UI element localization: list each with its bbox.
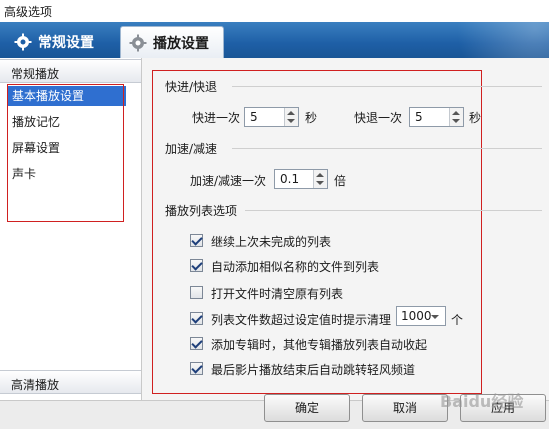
- sidebar-group-regular-playback[interactable]: 常规播放: [0, 59, 141, 83]
- tabbar-decoration: [409, 22, 549, 58]
- seek-forward-label: 快进一次: [192, 111, 241, 125]
- tab-bar: 常规设置 播放设置: [0, 22, 549, 58]
- gear-icon: [129, 34, 147, 52]
- tab-general-label: 常规设置: [38, 35, 94, 51]
- list-limit-unit: 个: [451, 313, 464, 327]
- seek-forward-stepper[interactable]: 5: [244, 107, 299, 127]
- stepper-down-icon[interactable]: [452, 119, 460, 123]
- section-divider: [232, 148, 542, 149]
- checkbox-auto-add-similar[interactable]: [190, 259, 203, 272]
- checkbox-jump-to-channel[interactable]: [190, 362, 203, 375]
- checkbox-clear-list-on-open[interactable]: [190, 286, 203, 299]
- seek-backward-value: 5: [415, 110, 423, 124]
- checkbox-collapse-other-albums[interactable]: [190, 337, 203, 350]
- sidebar-group-label: 常规播放: [11, 67, 60, 81]
- speed-step-stepper[interactable]: 0.1: [274, 169, 328, 189]
- chevron-down-icon[interactable]: [431, 315, 439, 319]
- seek-forward-unit: 秒: [305, 111, 318, 125]
- stepper-buttons[interactable]: [449, 108, 463, 126]
- gear-icon: [14, 33, 32, 51]
- cancel-button[interactable]: 取消: [362, 394, 448, 422]
- section-divider: [245, 210, 542, 211]
- section-title-speed: 加速/减速: [165, 142, 218, 156]
- option-label: 列表文件数超过设定值时提示清理: [211, 313, 392, 327]
- seek-backward-label: 快退一次: [354, 111, 403, 125]
- sidebar-highlight-box: [7, 84, 124, 222]
- checkbox-prompt-cleanup[interactable]: [190, 312, 203, 325]
- option-label: 最后影片播放结束后自动跳转轻风频道: [211, 363, 416, 377]
- option-label: 继续上次未完成的列表: [211, 235, 332, 249]
- option-label: 添加专辑时，其他专辑播放列表自动收起: [211, 338, 428, 352]
- stepper-down-icon[interactable]: [316, 181, 324, 185]
- stepper-buttons[interactable]: [313, 170, 327, 188]
- window-titlebar: 高级选项: [0, 0, 549, 22]
- section-title-playlist: 播放列表选项: [165, 204, 238, 218]
- watermark-text: Baidu经验: [440, 392, 524, 411]
- seek-backward-unit: 秒: [469, 111, 482, 125]
- stepper-up-icon[interactable]: [452, 111, 460, 115]
- checkbox-continue-last-list[interactable]: [190, 234, 203, 247]
- section-title-seek: 快进/快退: [165, 80, 218, 94]
- option-label: 打开文件时清空原有列表: [211, 287, 344, 301]
- stepper-up-icon[interactable]: [316, 173, 324, 177]
- sidebar-group-label: 高清播放: [11, 378, 60, 392]
- seek-backward-stepper[interactable]: 5: [409, 107, 464, 127]
- option-label: 自动添加相似名称的文件到列表: [211, 260, 380, 274]
- ok-button[interactable]: 确定: [264, 394, 350, 422]
- stepper-down-icon[interactable]: [287, 119, 295, 123]
- speed-step-unit: 倍: [334, 174, 347, 188]
- list-limit-select[interactable]: 1000: [396, 306, 446, 326]
- window-title: 高级选项: [4, 5, 53, 19]
- seek-forward-value: 5: [250, 110, 258, 124]
- tab-playback-label: 播放设置: [153, 35, 209, 52]
- stepper-up-icon[interactable]: [287, 111, 295, 115]
- speed-step-label: 加速/减速一次: [190, 174, 267, 188]
- section-divider: [232, 86, 542, 87]
- speed-step-value: 0.1: [280, 172, 300, 186]
- tab-general-settings[interactable]: 常规设置: [6, 26, 113, 58]
- list-limit-value: 1000: [401, 309, 432, 323]
- tab-playback-settings[interactable]: 播放设置: [120, 26, 224, 58]
- sidebar-group-hd-playback[interactable]: 高清播放: [0, 370, 141, 394]
- stepper-buttons[interactable]: [284, 108, 298, 126]
